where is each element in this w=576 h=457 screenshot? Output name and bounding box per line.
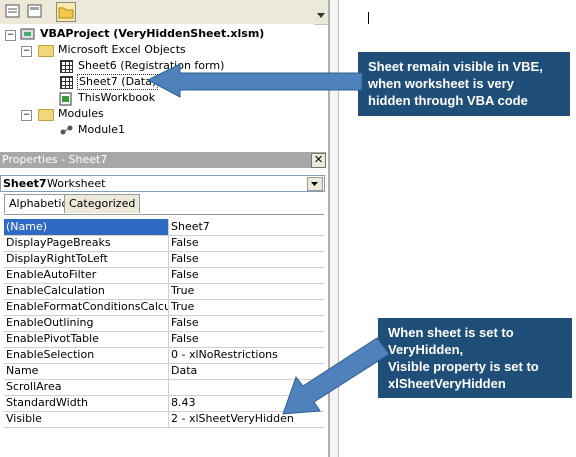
left-arrow-icon bbox=[146, 63, 363, 98]
annotation-arrows bbox=[146, 63, 390, 415]
diagonal-arrow-icon bbox=[282, 337, 390, 415]
